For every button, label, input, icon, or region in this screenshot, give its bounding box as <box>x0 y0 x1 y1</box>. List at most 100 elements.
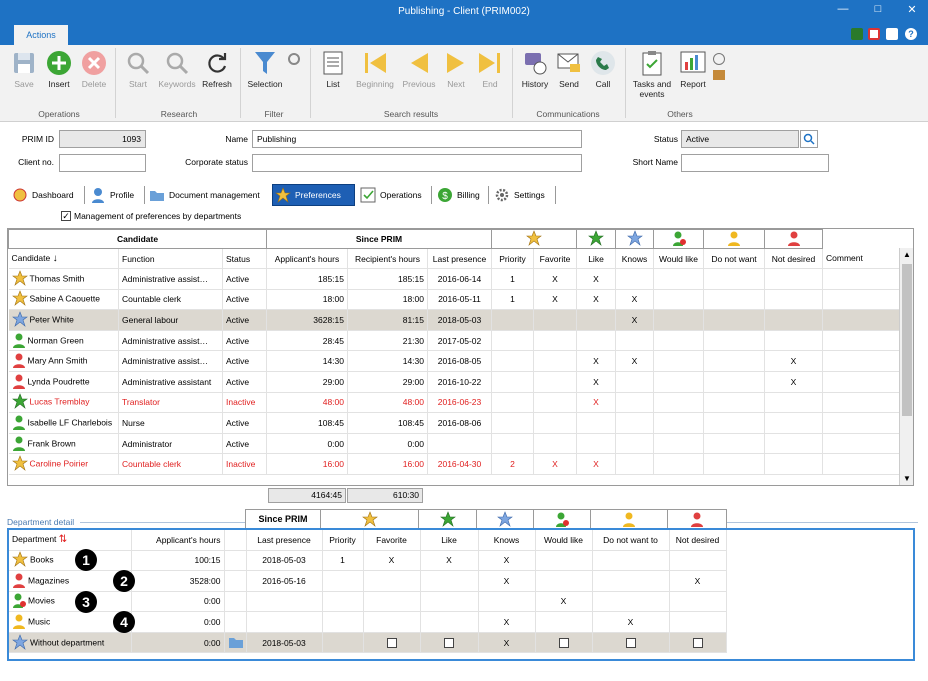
knows-cell[interactable] <box>615 433 654 455</box>
like-cell[interactable]: X <box>576 453 616 475</box>
like-cell[interactable]: X <box>576 350 616 372</box>
comment-cell[interactable] <box>822 412 900 434</box>
like-cell[interactable]: X <box>576 371 616 393</box>
col-dept-do-not-want[interactable]: Do not want to <box>592 530 670 551</box>
table-row[interactable]: Peter White General labour Active 3628:15 81… <box>8 309 900 331</box>
favorite-cell[interactable] <box>533 412 577 434</box>
dept-do-not-want-cell[interactable] <box>592 570 670 592</box>
dept-like-cell[interactable] <box>420 632 479 654</box>
candidate-name-cell[interactable]: Mary Ann Smith <box>8 350 119 372</box>
function-cell[interactable]: General labour <box>118 309 223 331</box>
applicants-hours-cell[interactable]: 16:00 <box>266 453 348 475</box>
candidate-name-cell[interactable]: Norman Green <box>8 330 119 352</box>
not-desired-cell[interactable]: X <box>764 371 823 393</box>
knows-cell[interactable] <box>615 392 654 414</box>
table-row[interactable]: Without department 0:00 2018-05-03 X <box>9 632 913 654</box>
scrollbar-thumb[interactable] <box>902 264 912 416</box>
would-like-cell[interactable] <box>653 412 704 434</box>
dept-not-desired-cell[interactable] <box>669 550 727 572</box>
table-row[interactable]: Lynda Poudrette Administrative assistant A… <box>8 371 900 393</box>
like-cell[interactable] <box>576 412 616 434</box>
status-cell[interactable]: Inactive <box>222 392 267 414</box>
last-presence-cell[interactable]: 2016-08-05 <box>427 350 492 372</box>
last-presence-cell[interactable]: 2016-05-11 <box>427 289 492 311</box>
priority-cell[interactable] <box>491 433 534 455</box>
do-not-want-cell[interactable] <box>703 330 765 352</box>
checkbox[interactable] <box>386 638 397 649</box>
table-row[interactable]: Frank Brown Administrator Active 0:00 0:00 <box>8 433 900 455</box>
clock-icon[interactable] <box>713 53 725 65</box>
table-row[interactable]: Movies 0:00 X <box>9 591 913 613</box>
would-like-cell[interactable] <box>653 289 704 311</box>
candidate-name-cell[interactable]: Frank Brown <box>8 433 119 455</box>
checkbox[interactable] <box>692 638 703 649</box>
dept-favorite-cell[interactable] <box>363 611 421 633</box>
last-presence-cell[interactable] <box>427 433 492 455</box>
dept-hours-cell[interactable]: 3528:00 <box>131 570 225 592</box>
like-cell[interactable]: X <box>576 268 616 290</box>
dept-last-presence-cell[interactable] <box>246 591 323 613</box>
status-cell[interactable]: Active <box>222 289 267 311</box>
calendar-icon[interactable] <box>868 28 880 40</box>
col-dept-last-presence[interactable]: Last presence <box>246 530 323 551</box>
candidate-name-cell[interactable]: Caroline Poirier <box>8 453 119 475</box>
tab-billing[interactable]: $ Billing <box>435 184 487 206</box>
col-do-not-want[interactable]: Do not want <box>703 248 765 269</box>
knows-cell[interactable] <box>615 330 654 352</box>
lock-icon[interactable] <box>886 28 898 40</box>
comment-cell[interactable] <box>822 330 900 352</box>
priority-cell[interactable]: 1 <box>491 268 534 290</box>
applicants-hours-cell[interactable]: 185:15 <box>266 268 348 290</box>
recipients-hours-cell[interactable]: 16:00 <box>347 453 428 475</box>
priority-cell[interactable]: 2 <box>491 453 534 475</box>
col-knows[interactable]: Knows <box>615 248 654 269</box>
dept-not-desired-cell[interactable] <box>669 591 727 613</box>
col-dept-applicants-hours[interactable]: Applicant's hours <box>131 530 225 551</box>
knows-cell[interactable]: X <box>615 289 654 311</box>
dept-favorite-cell[interactable]: X <box>363 550 421 572</box>
keywords-button[interactable]: Keywords <box>156 49 198 89</box>
col-department[interactable]: Department ⇅ <box>9 530 132 551</box>
dept-favorite-cell[interactable] <box>363 570 421 592</box>
would-like-cell[interactable] <box>653 309 704 331</box>
dept-knows-cell[interactable]: X <box>478 550 536 572</box>
status-cell[interactable]: Inactive <box>222 453 267 475</box>
table-row[interactable]: Books 100:15 2018-05-03 1 X X X <box>9 550 913 572</box>
knows-cell[interactable] <box>615 268 654 290</box>
dept-do-not-want-cell[interactable] <box>592 632 670 654</box>
dept-not-desired-cell[interactable] <box>669 632 727 654</box>
favorite-cell[interactable]: X <box>533 453 577 475</box>
candidate-name-cell[interactable]: Peter White <box>8 309 119 331</box>
comment-cell[interactable] <box>822 309 900 331</box>
dept-hours-cell[interactable]: 100:15 <box>131 550 225 572</box>
col-candidate[interactable]: Candidate ↓ <box>8 248 119 269</box>
department-name-cell[interactable]: Movies <box>9 591 132 613</box>
status-search-button[interactable] <box>800 130 818 148</box>
dept-like-cell[interactable] <box>420 611 479 633</box>
candidate-name-cell[interactable]: Thomas Smith <box>8 268 119 290</box>
dept-would-like-cell[interactable] <box>535 632 593 654</box>
tab-document-management[interactable]: Document management <box>147 184 269 206</box>
insert-button[interactable]: Insert <box>43 49 75 89</box>
dept-favorite-cell[interactable] <box>363 632 421 654</box>
priority-cell[interactable]: 1 <box>491 289 534 311</box>
not-desired-cell[interactable]: X <box>764 350 823 372</box>
dept-knows-cell[interactable]: X <box>478 570 536 592</box>
candidate-name-cell[interactable]: Sabine A Caouette <box>8 289 119 311</box>
help-icon[interactable]: ? <box>905 28 917 40</box>
knows-cell[interactable] <box>615 412 654 434</box>
candidate-name-cell[interactable]: Lucas Tremblay <box>8 392 119 414</box>
comment-cell[interactable] <box>822 453 900 475</box>
tab-dashboard[interactable]: Dashboard <box>10 184 82 206</box>
favorite-cell[interactable]: X <box>533 268 577 290</box>
briefcase-icon[interactable] <box>713 70 725 80</box>
would-like-cell[interactable] <box>653 350 704 372</box>
col-like[interactable]: Like <box>576 248 616 269</box>
manage-by-departments-checkbox[interactable]: ✓ Management of preferences by departmen… <box>61 211 241 221</box>
comment-cell[interactable] <box>822 268 900 290</box>
table-row[interactable]: Norman Green Administrative assist… Active… <box>8 330 900 352</box>
would-like-cell[interactable] <box>653 268 704 290</box>
do-not-want-cell[interactable] <box>703 392 765 414</box>
dept-priority-cell[interactable] <box>322 591 364 613</box>
comment-cell[interactable] <box>822 371 900 393</box>
